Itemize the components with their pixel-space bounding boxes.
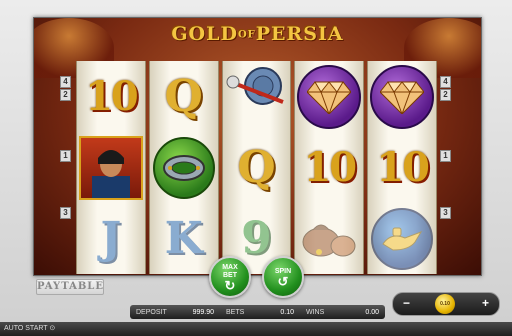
paytable-button[interactable]: PAYTABLE (36, 279, 104, 295)
diamond-icon (370, 64, 435, 129)
reel-1: 10 J (76, 61, 146, 274)
deposit-label: DEPOSIT (136, 308, 167, 316)
reel-5: 10 (367, 61, 437, 274)
game-window: GOLDOFPERSIA 10 J Q K Q 9 10 10 4 2 1 3 4 2 1 3… (0, 0, 512, 336)
prince-portrait-icon (78, 135, 143, 200)
payline-marker: 3 (440, 207, 451, 219)
game-stage: GOLDOFPERSIA 10 J Q K Q 9 10 10 (33, 17, 482, 276)
stake-decrease-button[interactable]: − (403, 295, 410, 311)
game-logo: GOLDOFPERSIA (171, 23, 344, 45)
reel-grid: 10 J Q K Q 9 10 10 (76, 61, 437, 274)
reel-symbol (77, 132, 145, 203)
status-bar: DEPOSIT 999.90 BETS 0.10 WINS 0.00 (130, 305, 385, 319)
reel-symbol: 10 (295, 132, 363, 203)
max-bet-button[interactable]: MAX BET ↻ (209, 256, 251, 298)
payline-marker: 2 (440, 89, 451, 101)
reel-symbol (223, 61, 291, 132)
reel-3: Q9 (221, 61, 292, 274)
bets-value: 0.10 (280, 308, 294, 316)
ten-symbol: 10 (85, 73, 139, 120)
reel-symbol: Q (223, 132, 291, 203)
auto-start-toggle[interactable]: AUTO START ⊙ (0, 322, 512, 336)
reel-symbol: 10 (368, 132, 436, 203)
wins-label: WINS (306, 308, 325, 316)
reel-symbol: 10 (77, 61, 145, 132)
letter-symbol: Q (237, 142, 276, 193)
stake-slider[interactable]: − 0.10 + (392, 292, 500, 316)
payline-marker: 1 (60, 150, 71, 162)
dagger-shield-icon (223, 64, 289, 129)
letter-symbol: 9 (241, 213, 272, 264)
payline-marker: 2 (60, 89, 71, 101)
stake-knob[interactable]: 0.10 (435, 294, 455, 314)
letter-symbol: Q (164, 71, 203, 122)
payline-marker: 4 (440, 76, 451, 88)
spin-arrow-icon: ↺ (277, 273, 289, 289)
max-bet-label: MAX (222, 263, 238, 271)
arrow-icon: ↻ (224, 277, 236, 293)
reel-2: QK (148, 61, 219, 274)
payline-marker: 3 (60, 207, 71, 219)
reel-symbol (295, 203, 363, 274)
reel-symbol: Q (150, 61, 218, 132)
reel-symbol (295, 61, 363, 132)
stake-increase-button[interactable]: + (482, 295, 489, 311)
bracelet-icon (152, 136, 215, 199)
deposit-value: 999.90 (192, 308, 214, 316)
reel-symbol (150, 132, 218, 203)
payline-marker: 4 (60, 76, 71, 88)
reel-symbol (368, 61, 436, 132)
reel-symbol: J (77, 203, 145, 274)
ten-symbol: 10 (303, 144, 357, 191)
reel-4: 10 (294, 61, 365, 274)
reel-symbol: K (150, 203, 218, 274)
diamond-icon (297, 64, 362, 129)
reel-symbol (368, 203, 436, 274)
ten-symbol: 10 (376, 144, 430, 191)
spin-button[interactable]: SPIN ↺ (262, 256, 304, 298)
letter-symbol: J (100, 213, 122, 264)
letter-symbol: K (164, 213, 203, 264)
magic-lamp-icon (371, 207, 434, 270)
payline-marker: 1 (440, 150, 451, 162)
bets-label: BETS (226, 308, 245, 316)
coin-pouch-icon (299, 212, 359, 265)
wins-value: 0.00 (365, 308, 379, 316)
